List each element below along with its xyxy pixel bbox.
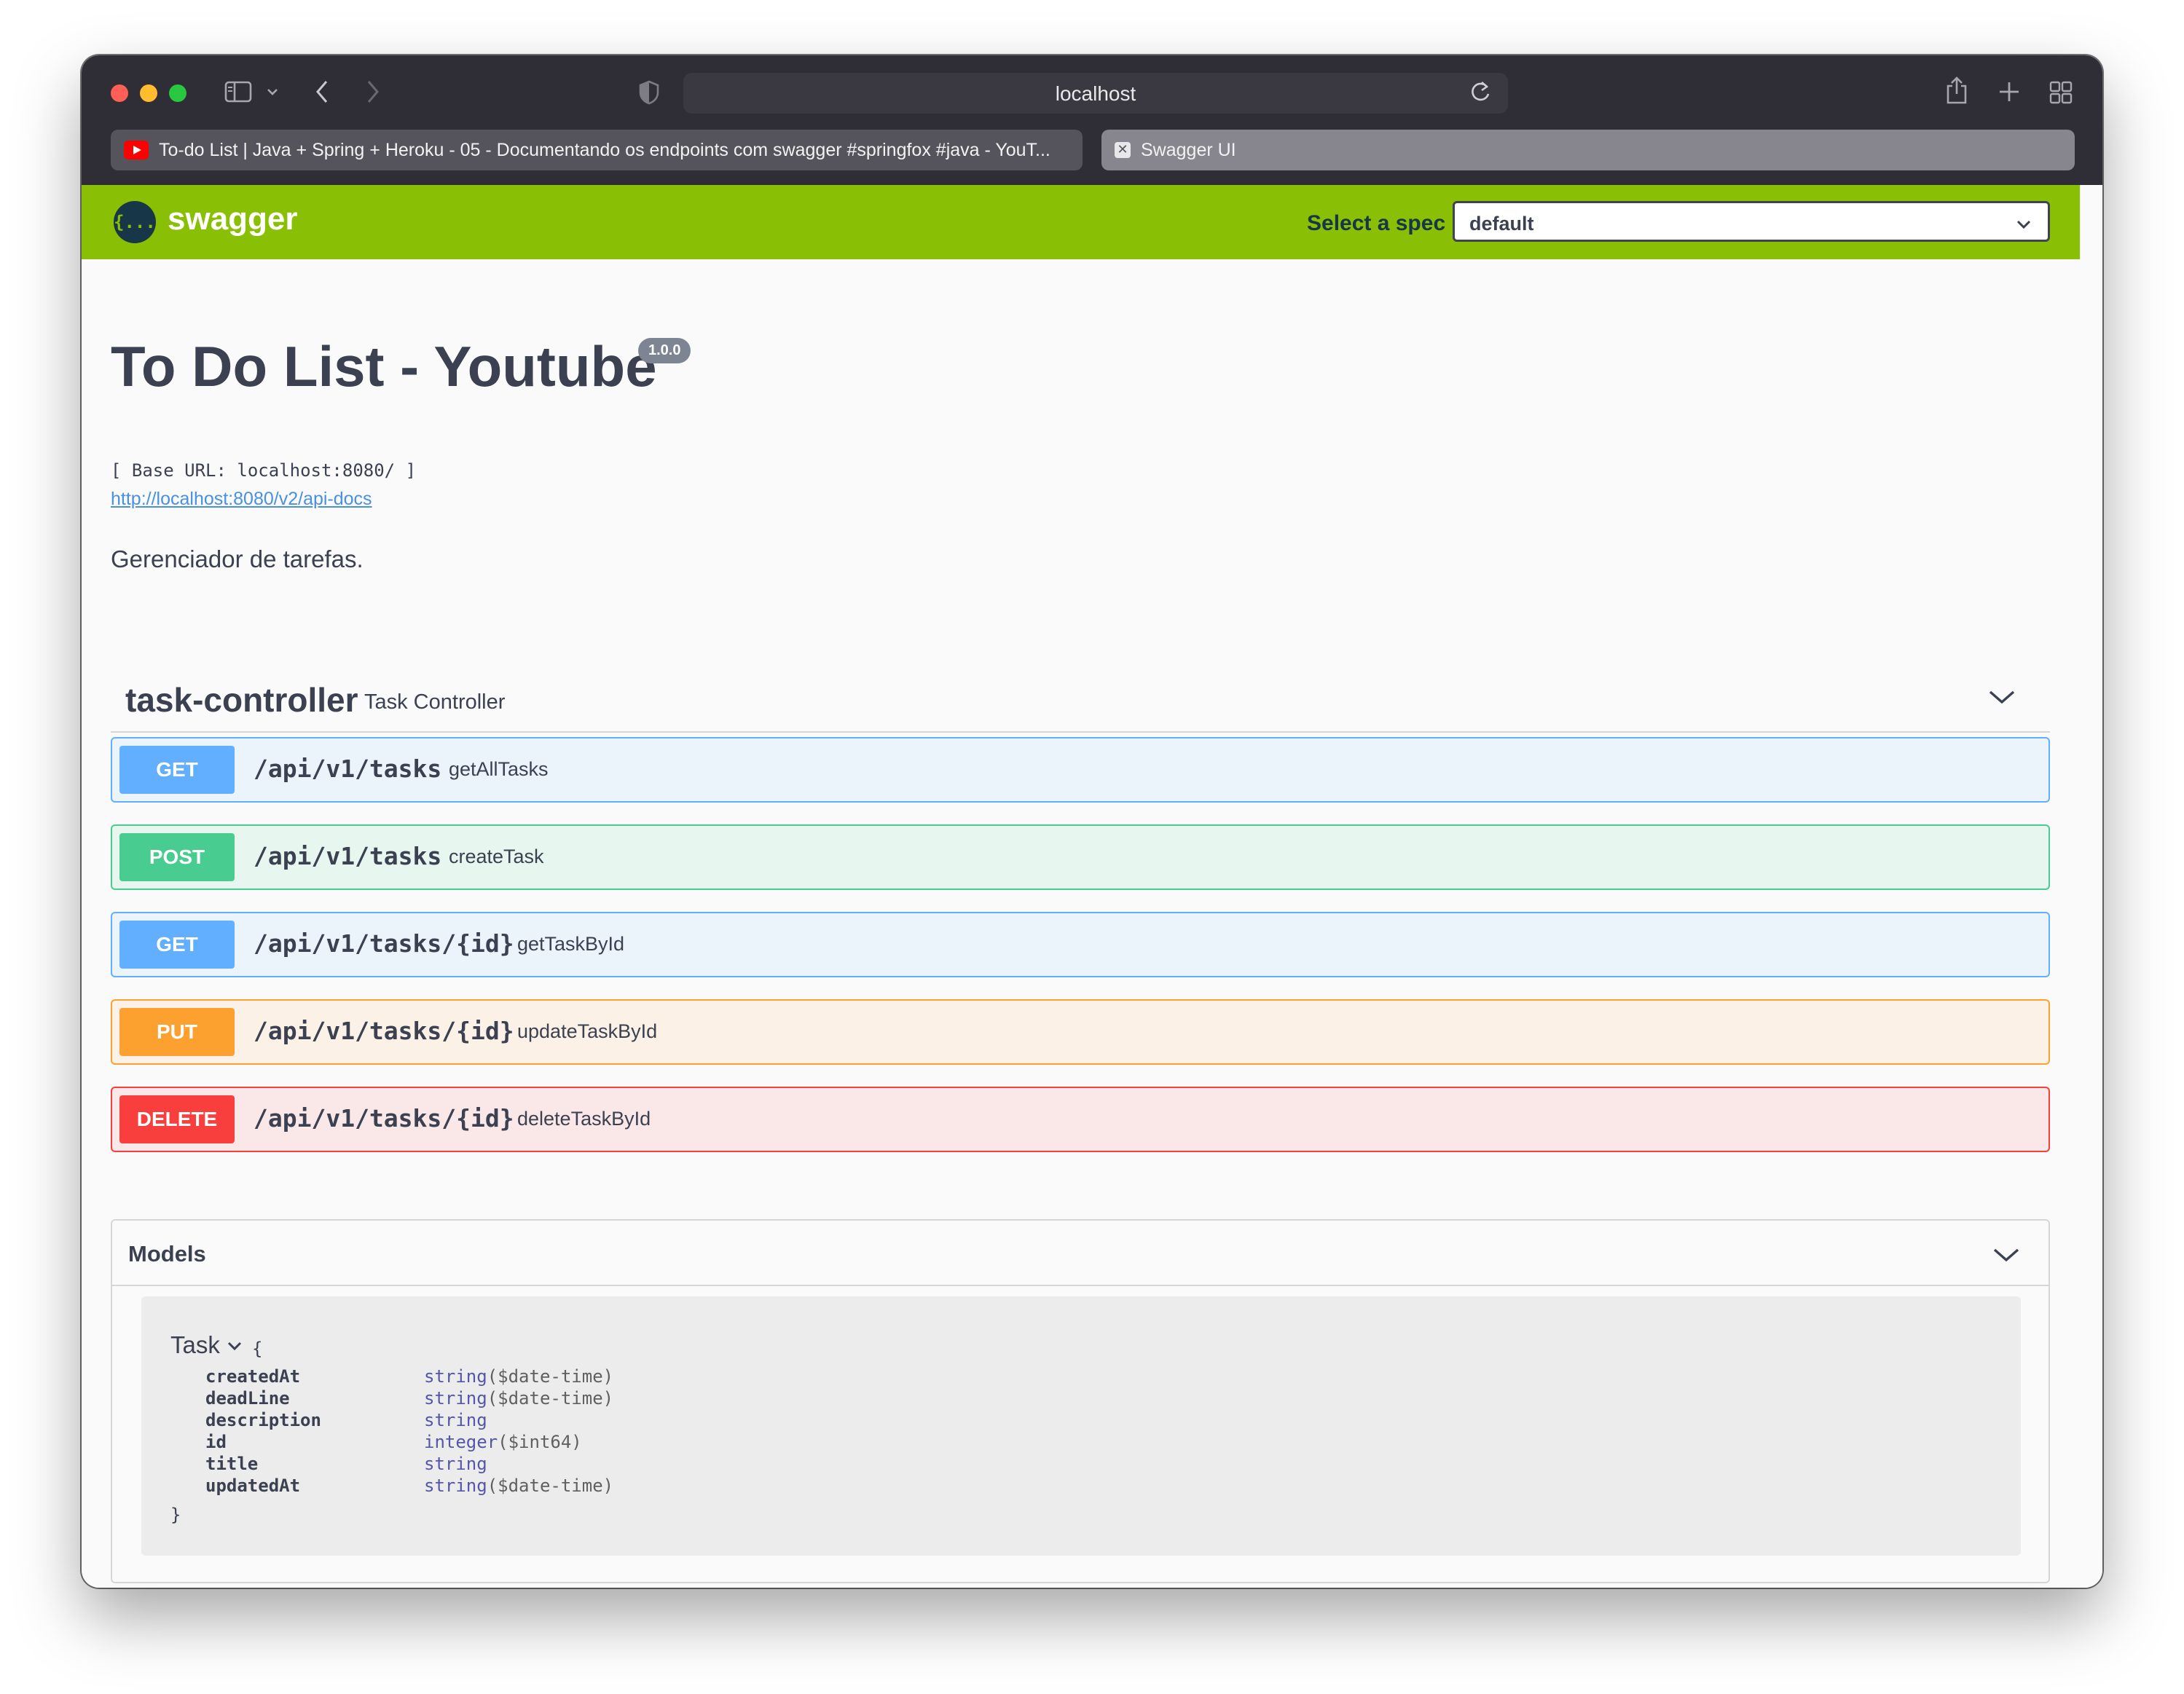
operation-path: /api/v1/tasks/{id} bbox=[254, 1104, 514, 1132]
address-bar[interactable]: localhost bbox=[683, 73, 1508, 114]
api-title: To Do List - Youtube bbox=[111, 334, 657, 398]
swagger-logo-icon[interactable]: {...} bbox=[114, 201, 166, 243]
property-type: string bbox=[424, 1454, 487, 1474]
method-badge: GET bbox=[119, 921, 235, 969]
property-name: title bbox=[205, 1454, 259, 1474]
shield-icon[interactable] bbox=[638, 80, 660, 107]
version-badge: 1.0.0 bbox=[638, 338, 691, 363]
reload-icon[interactable] bbox=[1470, 80, 1492, 109]
minimize-window-button[interactable] bbox=[140, 84, 157, 102]
sidebar-toggle-icon[interactable] bbox=[224, 80, 252, 106]
operation-delete-task-by-id[interactable]: DELETE /api/v1/tasks/{id} deleteTaskById bbox=[111, 1087, 2050, 1152]
operation-summary: updateTaskById bbox=[517, 1020, 658, 1042]
tag-section-header[interactable]: task-controller Task Controller bbox=[111, 664, 2050, 733]
chevron-down-icon[interactable] bbox=[265, 84, 280, 101]
tab-youtube[interactable]: To-do List | Java + Spring + Heroku - 05… bbox=[111, 130, 1083, 170]
model-open-brace: { bbox=[252, 1339, 263, 1359]
tab-overview-icon[interactable] bbox=[2049, 80, 2073, 107]
operation-summary: getAllTasks bbox=[449, 758, 549, 780]
swagger-topbar: {...} swagger Select a spec default bbox=[82, 185, 2081, 259]
operation-get-all-tasks[interactable]: GET /api/v1/tasks getAllTasks bbox=[111, 737, 2050, 803]
method-badge: POST bbox=[119, 833, 235, 881]
property-name: description bbox=[205, 1410, 321, 1430]
url-text: localhost bbox=[1055, 82, 1136, 105]
method-badge: GET bbox=[119, 746, 235, 794]
models-divider bbox=[112, 1285, 2049, 1286]
model-name[interactable]: Task bbox=[170, 1331, 220, 1359]
operation-path: /api/v1/tasks/{id} bbox=[254, 929, 514, 958]
property-name: createdAt bbox=[205, 1366, 301, 1387]
share-icon[interactable] bbox=[1945, 76, 1968, 107]
tab-title: To-do List | Java + Spring + Heroku - 05… bbox=[159, 139, 1050, 160]
tag-description: Task Controller bbox=[364, 690, 506, 714]
spec-select[interactable]: default bbox=[1453, 201, 2050, 242]
chevron-down-icon[interactable] bbox=[226, 1333, 243, 1360]
back-icon[interactable] bbox=[313, 79, 332, 107]
api-description: Gerenciador de tarefas. bbox=[111, 545, 364, 572]
operation-get-task-by-id[interactable]: GET /api/v1/tasks/{id} getTaskById bbox=[111, 912, 2050, 977]
window-controls bbox=[111, 84, 186, 102]
property-type: string($date-time) bbox=[424, 1476, 614, 1496]
chevron-down-icon[interactable] bbox=[1986, 686, 2018, 712]
browser-window: localhost To-do List | Java + Spring + H… bbox=[82, 55, 2102, 1588]
close-window-button[interactable] bbox=[111, 84, 128, 102]
chevron-down-icon bbox=[2014, 209, 2033, 239]
operation-summary: createTask bbox=[449, 846, 544, 867]
property-name: deadLine bbox=[205, 1388, 290, 1409]
new-tab-icon[interactable] bbox=[1998, 80, 2021, 106]
swagger-logo-text[interactable]: swagger bbox=[168, 201, 298, 237]
youtube-icon bbox=[124, 141, 149, 159]
operation-path: /api/v1/tasks/{id} bbox=[254, 1017, 514, 1045]
model-task: Task { createdAt string($date-time) dead… bbox=[141, 1296, 2021, 1556]
close-tab-icon[interactable]: ✕ bbox=[1115, 142, 1131, 158]
base-url: [ Base URL: localhost:8080/ ] bbox=[111, 460, 417, 481]
select-spec-label: Select a spec bbox=[1307, 211, 1446, 235]
property-type: integer($int64) bbox=[424, 1432, 582, 1452]
method-badge: PUT bbox=[119, 1008, 235, 1056]
property-type: string($date-time) bbox=[424, 1388, 614, 1409]
operation-summary: getTaskById bbox=[517, 933, 625, 955]
browser-toolbar: localhost To-do List | Java + Spring + H… bbox=[82, 55, 2102, 185]
property-type: string($date-time) bbox=[424, 1366, 614, 1387]
property-name: updatedAt bbox=[205, 1476, 301, 1496]
chevron-down-icon[interactable] bbox=[1990, 1244, 2022, 1269]
scrollbar[interactable] bbox=[2080, 185, 2102, 1588]
tab-title: Swagger UI bbox=[1141, 139, 1236, 160]
spec-select-value: default bbox=[1469, 213, 1534, 235]
api-docs-link[interactable]: http://localhost:8080/v2/api-docs bbox=[111, 489, 372, 510]
zoom-window-button[interactable] bbox=[169, 84, 186, 102]
operation-summary: deleteTaskById bbox=[517, 1108, 651, 1130]
tag-name: task-controller bbox=[125, 681, 358, 719]
operation-create-task[interactable]: POST /api/v1/tasks createTask bbox=[111, 824, 2050, 890]
forward-icon[interactable] bbox=[363, 79, 382, 107]
method-badge: DELETE bbox=[119, 1095, 235, 1143]
tab-swagger-ui[interactable]: ✕ Swagger UI bbox=[1101, 130, 2075, 170]
swagger-content: To Do List - Youtube 1.0.0 [ Base URL: l… bbox=[82, 259, 2081, 1588]
model-close-brace: } bbox=[170, 1505, 181, 1525]
property-type: string bbox=[424, 1410, 487, 1430]
operation-update-task-by-id[interactable]: PUT /api/v1/tasks/{id} updateTaskById bbox=[111, 999, 2050, 1065]
property-name: id bbox=[205, 1432, 227, 1452]
operation-path: /api/v1/tasks bbox=[254, 842, 442, 870]
models-title[interactable]: Models bbox=[128, 1241, 206, 1267]
operation-path: /api/v1/tasks bbox=[254, 755, 442, 783]
models-section: Models Task { createdAt string($date-tim… bbox=[111, 1219, 2050, 1583]
